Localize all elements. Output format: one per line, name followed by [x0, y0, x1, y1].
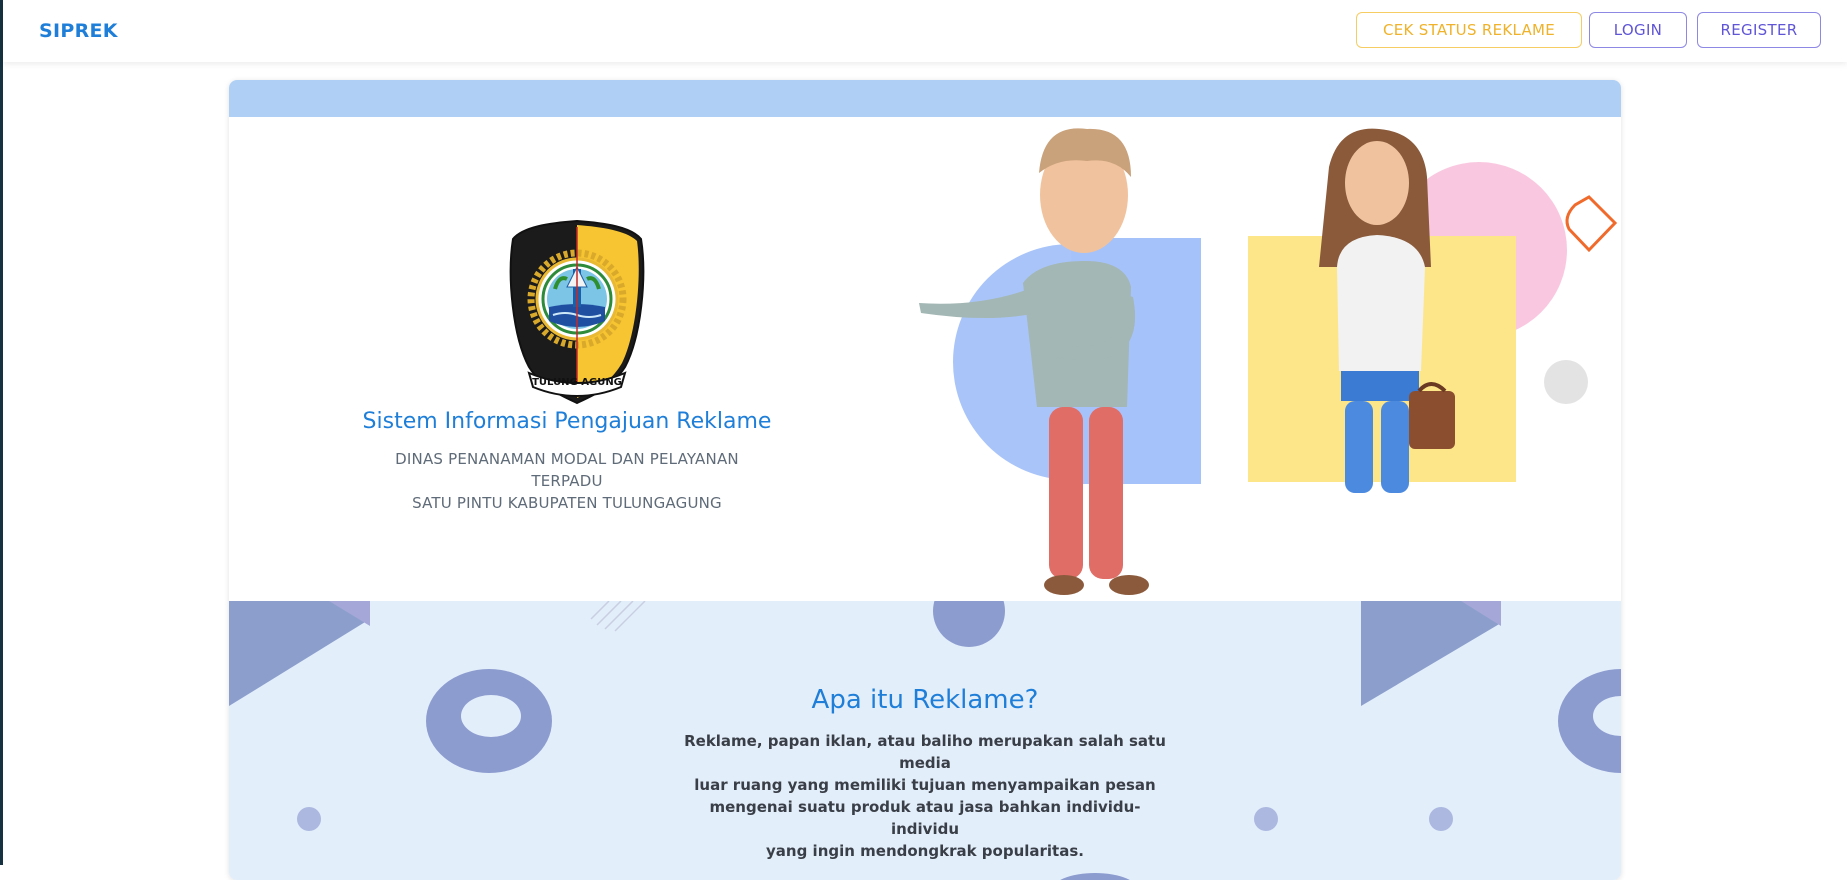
about-line2: luar ruang yang memiliki tujuan menyampa… — [694, 776, 1156, 794]
card-header-strip — [229, 80, 1621, 117]
about-line4: yang ingin mendongkrak popularitas. — [766, 842, 1084, 860]
hero-subtitle-line2: SATU PINTU KABUPATEN TULUNGAGUNG — [412, 494, 722, 512]
people-illustration — [919, 117, 1621, 601]
hero-title: Sistem Informasi Pengajuan Reklame — [362, 409, 772, 434]
brand-logo-link[interactable]: SIPREK — [39, 20, 118, 42]
about-line3: mengenai suatu produk atau jasa bahkan i… — [709, 798, 1141, 838]
navbar: SIPREK CEK STATUS REKLAME LOGIN REGISTER — [3, 0, 1847, 62]
about-section: Apa itu Reklame? Reklame, papan iklan, a… — [229, 601, 1621, 880]
cek-status-reklame-button[interactable]: CEK STATUS REKLAME — [1356, 12, 1582, 48]
register-button[interactable]: REGISTER — [1697, 12, 1821, 48]
about-title: Apa itu Reklame? — [811, 685, 1039, 715]
about-description: Reklame, papan iklan, atau baliho merupa… — [684, 730, 1166, 862]
tulungagung-logo-icon: TULUNG AGUNG — [509, 217, 645, 407]
window-left-edge — [0, 0, 3, 865]
hero-section: TULUNG AGUNG Sistem Informasi Pengajuan … — [229, 117, 1621, 601]
hero-subtitle-line1: DINAS PENANAMAN MODAL DAN PELAYANAN TERP… — [395, 450, 739, 490]
main-card: TULUNG AGUNG Sistem Informasi Pengajuan … — [229, 80, 1621, 880]
about-line1: Reklame, papan iklan, atau baliho merupa… — [684, 732, 1166, 772]
logo-ribbon-text: TULUNG AGUNG — [532, 377, 622, 388]
login-button[interactable]: LOGIN — [1589, 12, 1687, 48]
hero-subtitle: DINAS PENANAMAN MODAL DAN PELAYANAN TERP… — [359, 448, 775, 514]
